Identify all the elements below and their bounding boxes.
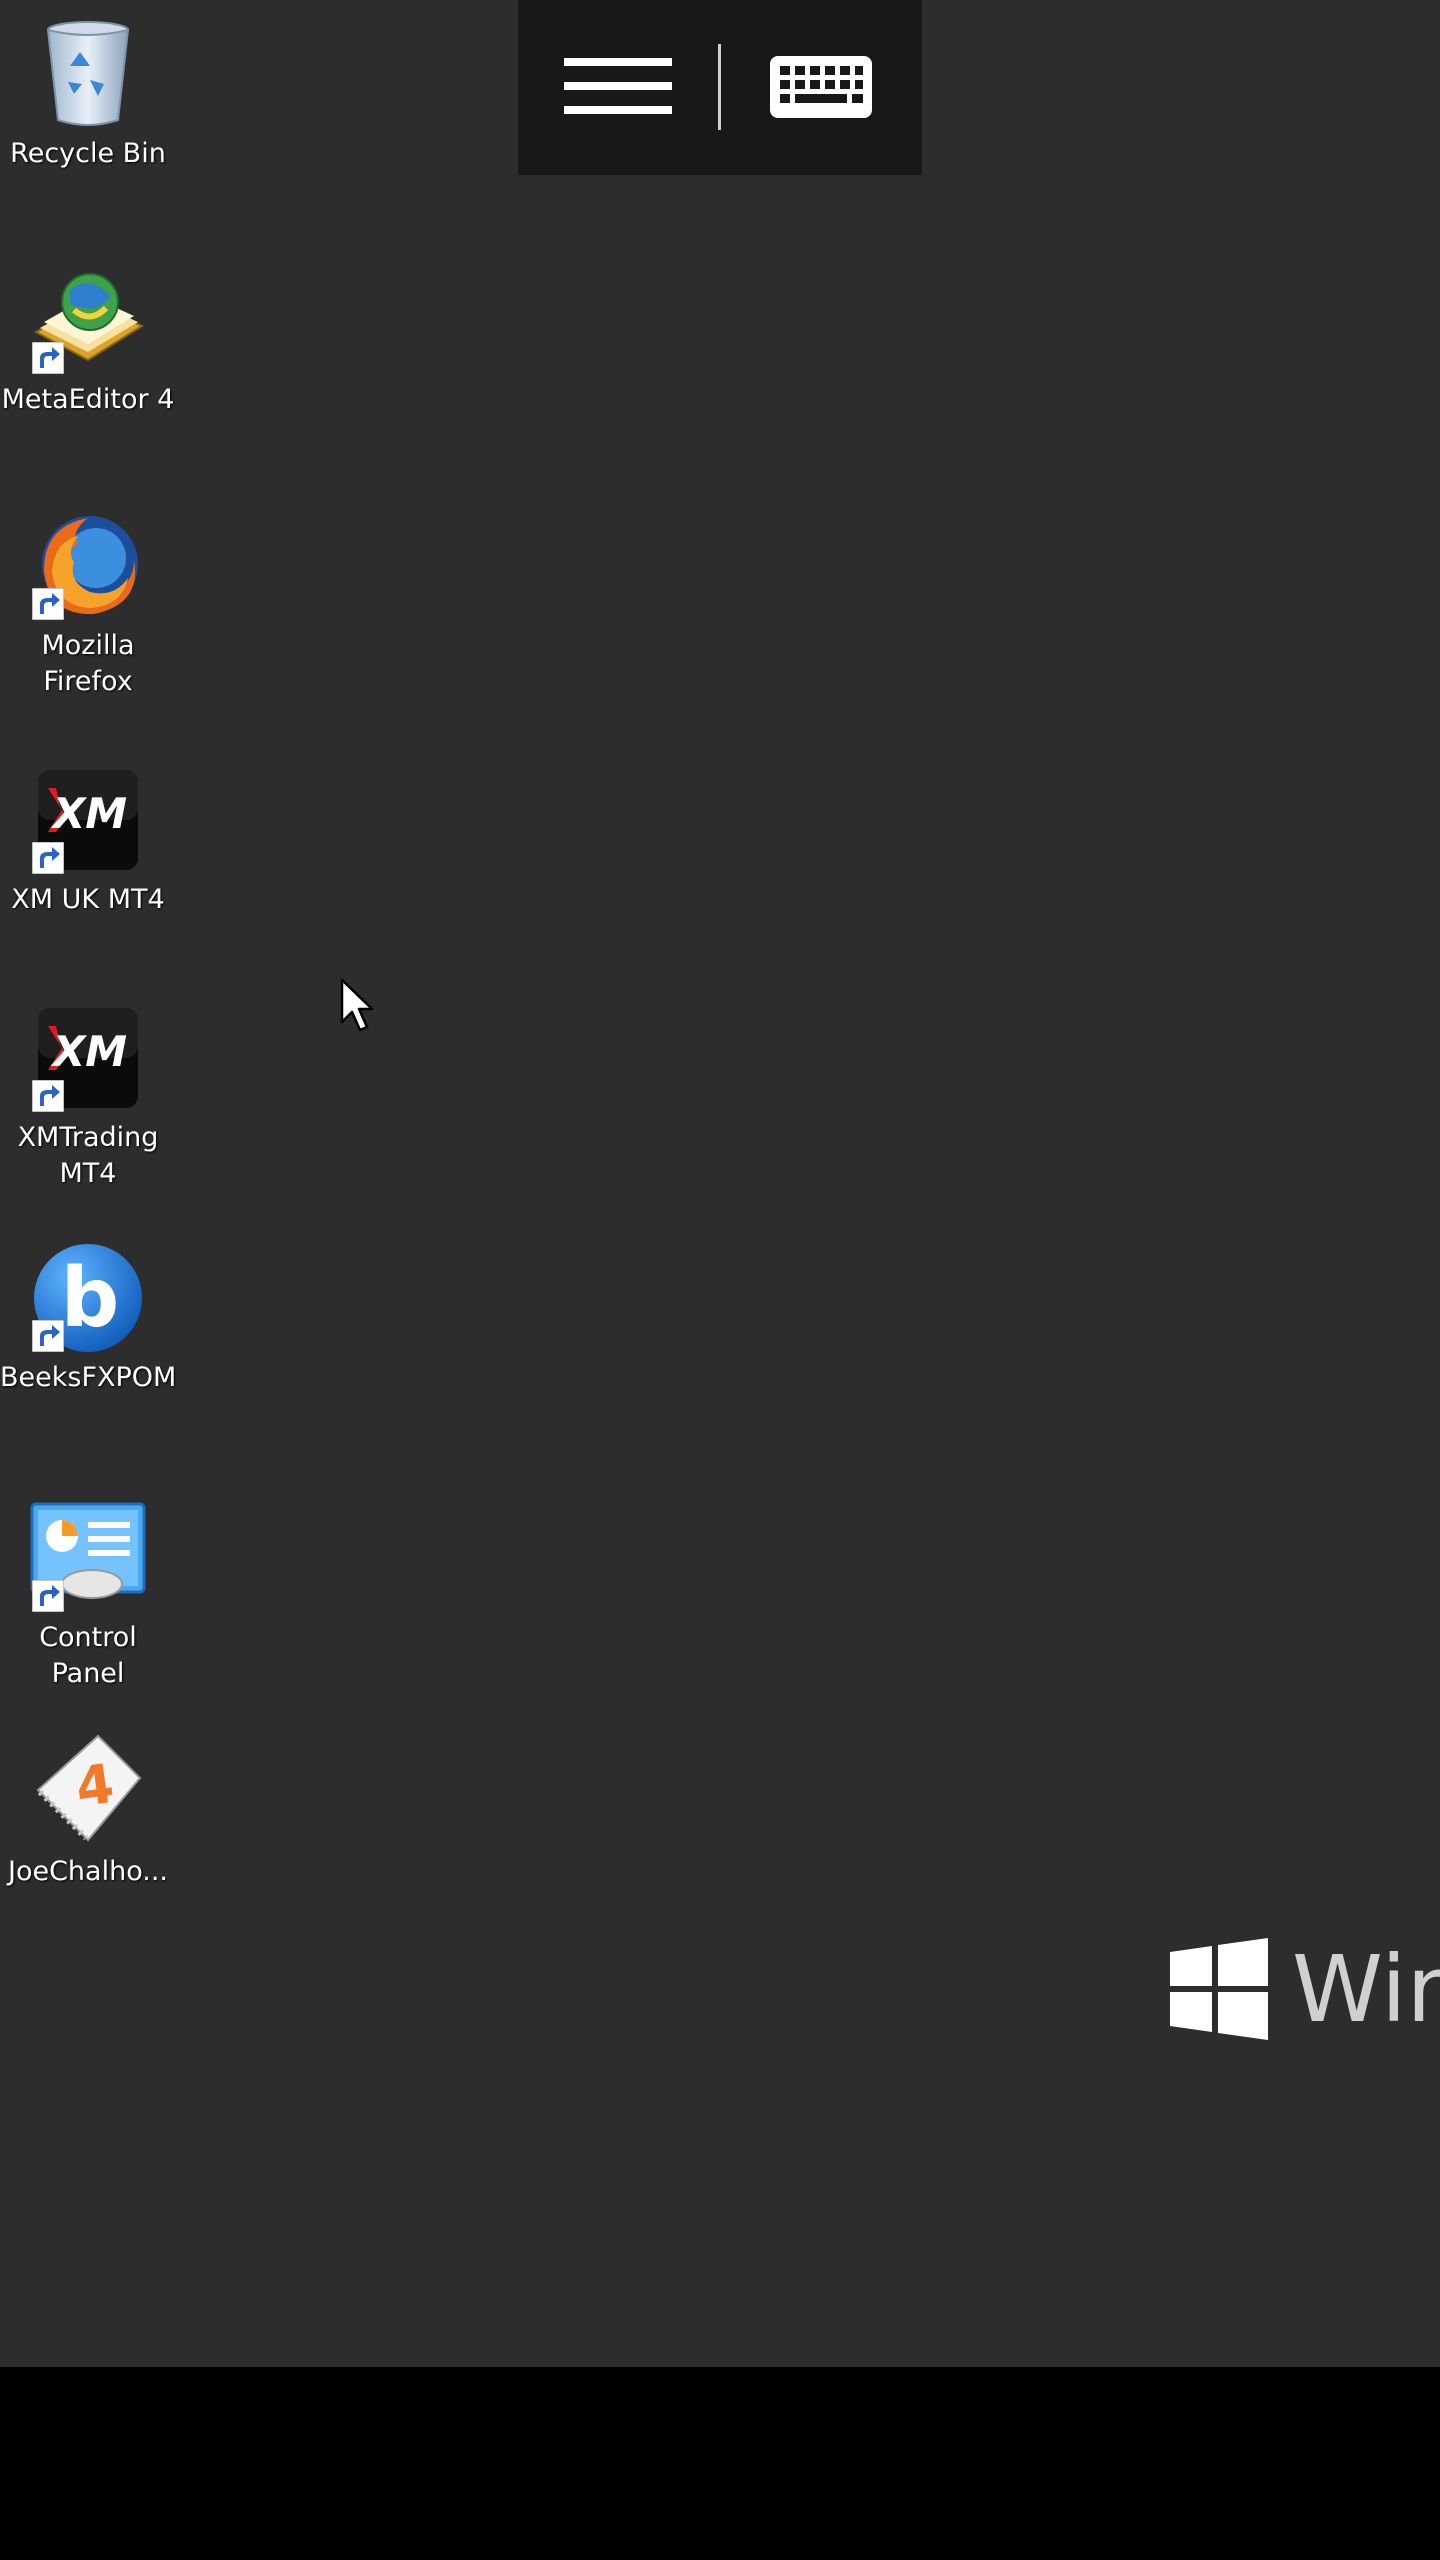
xm-logo-text: XM: [50, 789, 127, 838]
desktop-icon-label: MetaEditor 4: [1, 384, 175, 415]
beeks-icon: b: [30, 1240, 146, 1356]
toolbar-separator: [718, 44, 721, 130]
metaeditor-icon: [30, 262, 146, 378]
shortcut-arrow-icon: [31, 1319, 65, 1353]
xm-icon: XM: [30, 1000, 146, 1116]
desktop-icon-label: JoeChalho...: [7, 1856, 168, 1887]
desktop-icon-label: Control Panel: [39, 1622, 137, 1689]
desktop-icon-label: XM UK MT4: [11, 884, 165, 915]
shortcut-arrow-icon: [31, 1579, 65, 1613]
remote-toolbar: [518, 0, 922, 175]
desktop-icon-joechalho-file[interactable]: 4 JoeChalho...: [0, 1734, 176, 1904]
desktop-icon-metaeditor[interactable]: MetaEditor 4: [0, 262, 176, 432]
hamburger-menu-icon[interactable]: [564, 50, 674, 130]
control-panel-icon: [30, 1500, 146, 1616]
shortcut-arrow-icon: [31, 587, 65, 621]
xm-logo-text: XM: [50, 1027, 127, 1076]
keyboard-icon[interactable]: [768, 54, 874, 120]
desktop-icon-label: BeeksFXPOM: [0, 1362, 177, 1393]
desktop-icon-xmtrading-mt4[interactable]: XM XMTrading MT4: [0, 1000, 176, 1200]
bottom-black-bar: [0, 2367, 1440, 2560]
mq4-file-icon: 4: [30, 1734, 146, 1850]
desktop-icon-label: Recycle Bin: [10, 138, 166, 169]
desktop-icon-beeksfxpom[interactable]: b BeeksFXPOM: [0, 1240, 176, 1410]
windows-logo-icon: [1170, 1938, 1268, 2040]
recycle-bin-icon: [30, 16, 146, 132]
desktop-icon-xm-uk-mt4[interactable]: XM XM UK MT4: [0, 762, 176, 932]
shortcut-arrow-icon: [31, 1079, 65, 1113]
mouse-cursor-icon: [340, 978, 374, 1034]
beeks-logo-text: b: [61, 1251, 120, 1346]
desktop-icon-label: XMTrading MT4: [17, 1122, 159, 1189]
windows-watermark: Win: [1168, 1938, 1440, 2048]
desktop-icon-firefox[interactable]: Mozilla Firefox: [0, 508, 176, 708]
desktop-icon-label: Mozilla Firefox: [41, 630, 135, 697]
firefox-icon: [30, 508, 146, 624]
desktop-icon-recycle-bin[interactable]: Recycle Bin: [0, 16, 176, 186]
xm-icon: XM: [30, 762, 146, 878]
desktop-background[interactable]: Recycle Bin MetaEditor 4 Mozilla Firefox…: [0, 0, 1440, 2367]
shortcut-arrow-icon: [31, 841, 65, 875]
windows-watermark-text: Win: [1292, 1938, 1440, 2043]
desktop-icon-control-panel[interactable]: Control Panel: [0, 1500, 176, 1700]
shortcut-arrow-icon: [31, 341, 65, 375]
